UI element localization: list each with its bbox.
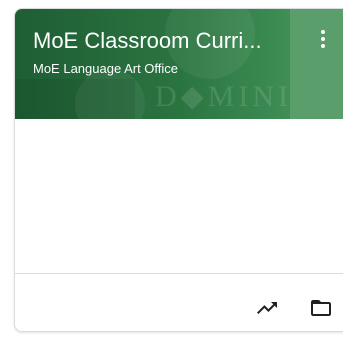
- course-card-header[interactable]: D◆MINIC MoE Classroom Curri... MoE Langu…: [15, 9, 343, 119]
- more-vert-icon-dot: [321, 37, 325, 41]
- more-options-button[interactable]: [309, 23, 337, 55]
- header-bg-shape: [15, 79, 135, 119]
- course-title[interactable]: MoE Classroom Curri...: [33, 27, 285, 55]
- course-section: MoE Language Art Office: [33, 61, 179, 76]
- course-card[interactable]: D◆MINIC MoE Classroom Curri... MoE Langu…: [14, 8, 343, 332]
- gradebook-button[interactable]: [249, 290, 285, 326]
- folder-icon: [311, 300, 331, 316]
- open-folder-button[interactable]: [303, 290, 339, 326]
- card-divider: [15, 273, 343, 274]
- more-vert-icon: [321, 30, 325, 34]
- trending-up-icon: [257, 302, 277, 314]
- more-vert-icon-dot: [321, 44, 325, 48]
